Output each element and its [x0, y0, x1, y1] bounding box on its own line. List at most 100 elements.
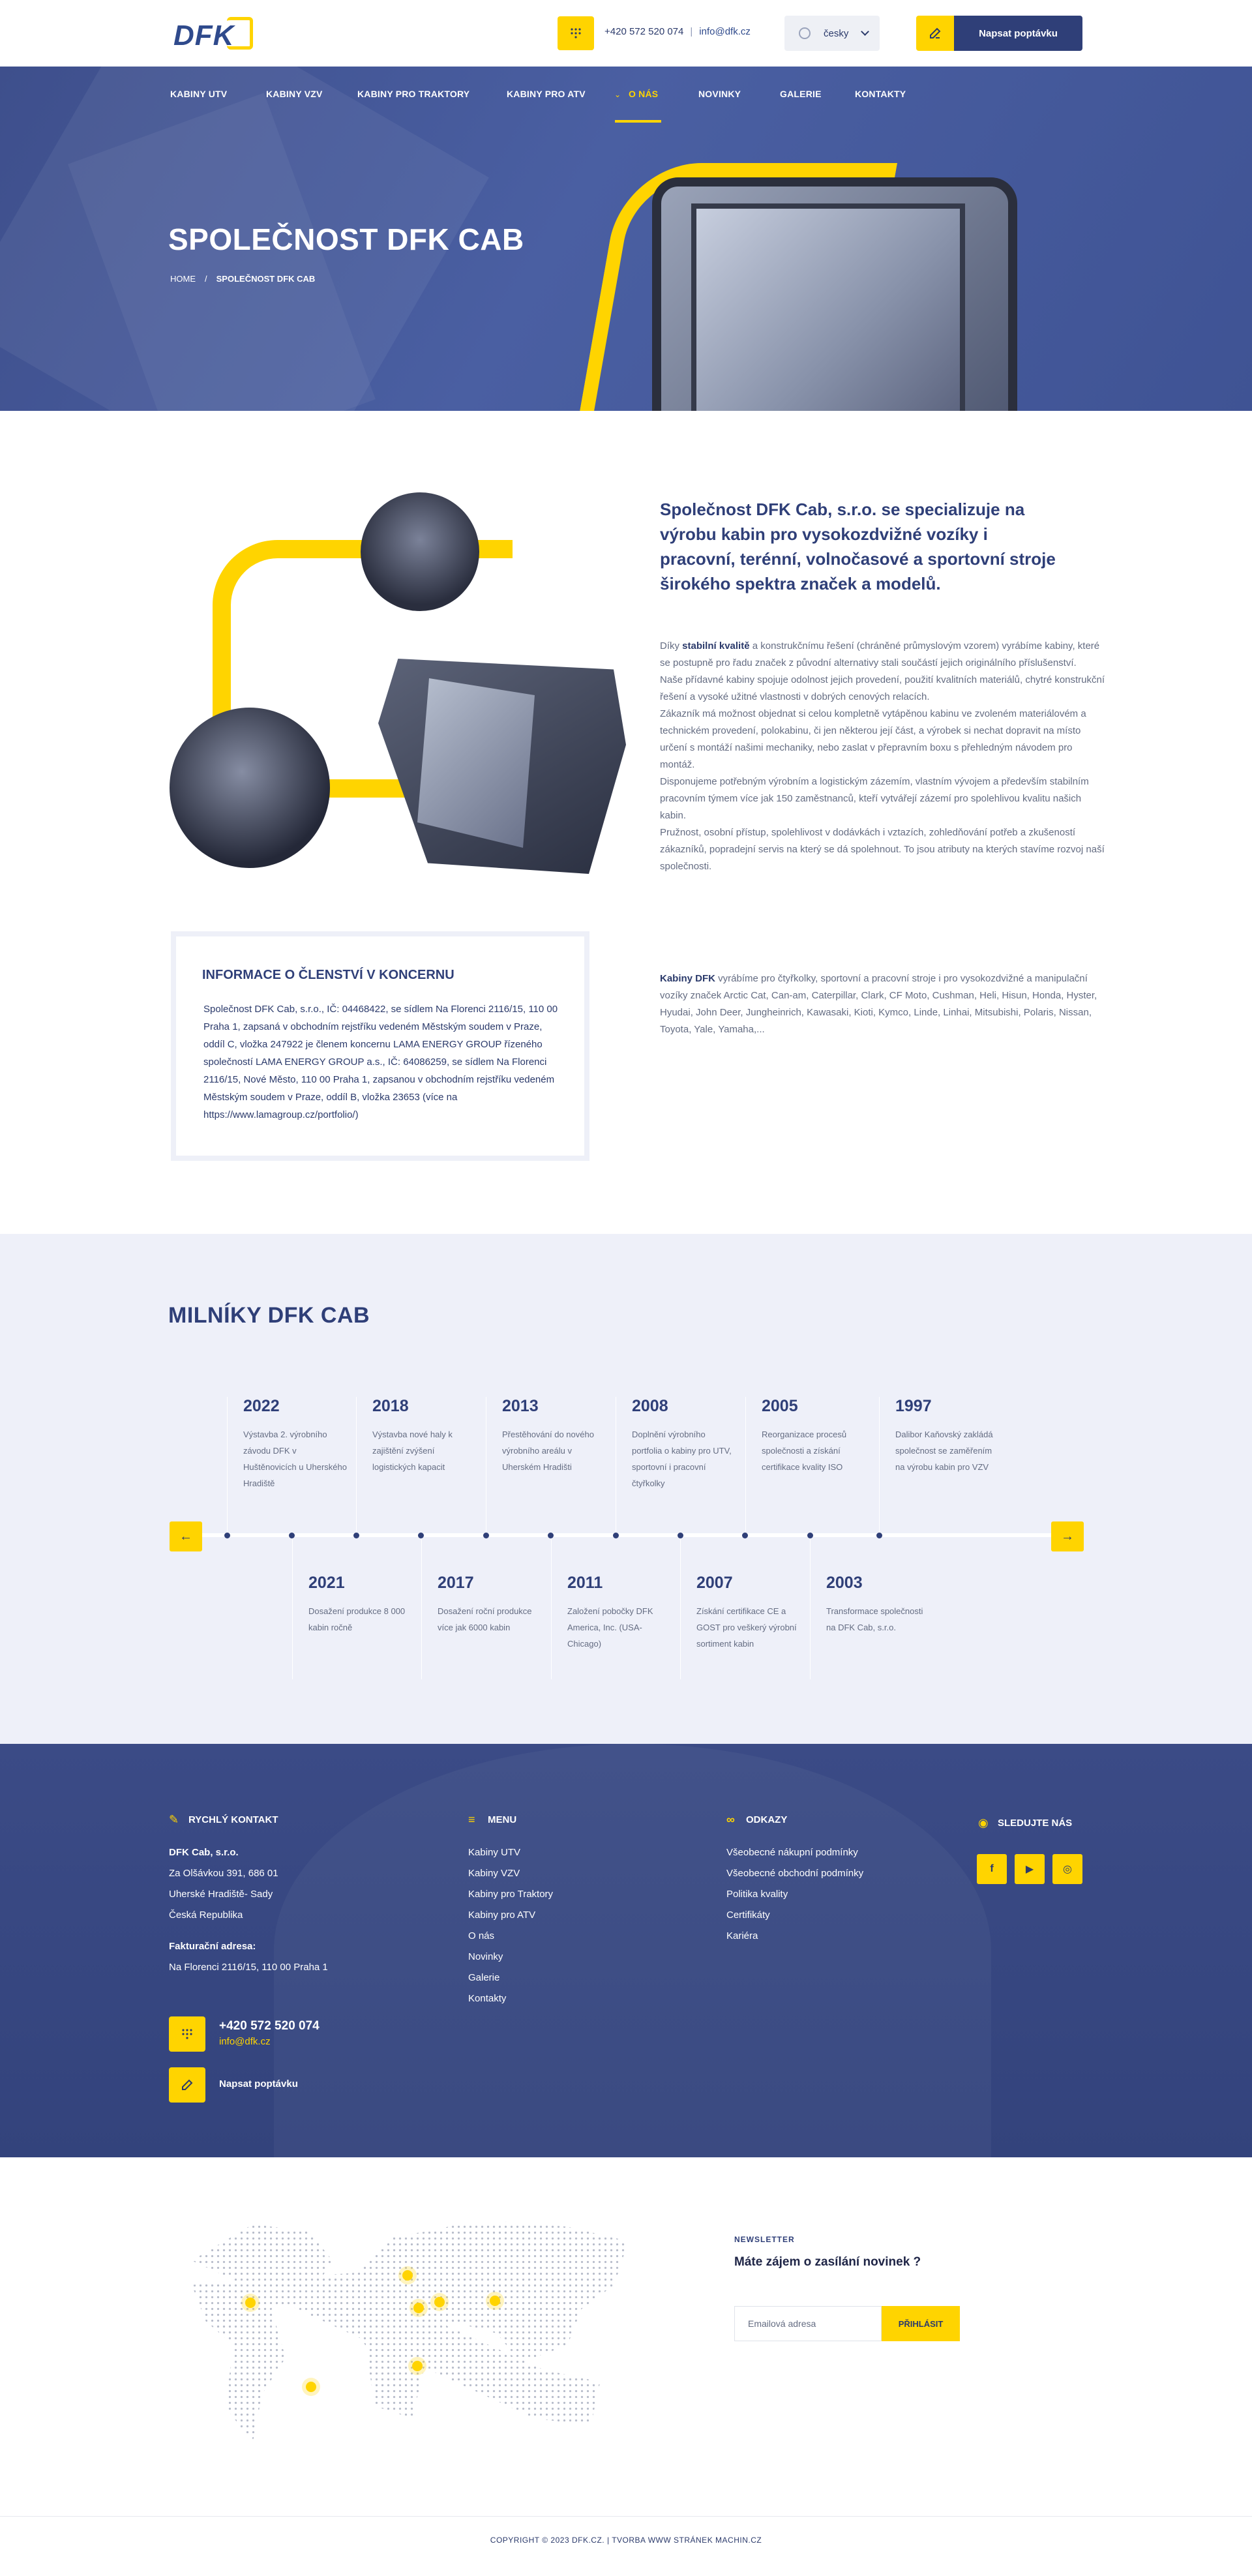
footer-links-title: ODKAZY	[746, 1814, 788, 1825]
map-pin	[412, 2361, 423, 2371]
newsletter-subscribe-button[interactable]: PŘIHLÁSIT	[882, 2306, 960, 2341]
timeline-dot	[613, 1533, 619, 1538]
footer-menu-link[interactable]: O nás	[468, 1926, 553, 1947]
newsletter-label: NEWSLETTER	[734, 2235, 795, 2244]
nav-item-kontakty[interactable]: KONTAKTY	[855, 89, 906, 99]
milestones-section: MILNÍKY DFK CAB ← → 2022 Výstavba 2. výro…	[0, 1234, 1252, 1744]
footer-phone-icon[interactable]	[169, 2016, 205, 2052]
header-phone[interactable]: +420 572 520 074	[604, 26, 683, 37]
footer-link[interactable]: Všeobecné nákupní podmínky	[726, 1842, 863, 1863]
footer-request-link[interactable]: Napsat poptávku	[219, 2078, 298, 2089]
timeline-dot	[289, 1533, 295, 1538]
globe-icon	[799, 27, 811, 39]
youtube-icon[interactable]: ▶	[1015, 1854, 1045, 1884]
footer-menu-link[interactable]: Galerie	[468, 1968, 553, 1988]
footer-links-list: Všeobecné nákupní podmínky Všeobecné obc…	[726, 1842, 863, 1947]
footer-menu-link[interactable]: Kabiny VZV	[468, 1863, 553, 1884]
footer-contact-head: ✎ RYCHLÝ KONTAKT	[169, 1814, 328, 1825]
footer-menu-link[interactable]: Kabiny pro Traktory	[468, 1884, 553, 1905]
breadcrumb: HOME / SPOLEČNOST DFK CAB	[170, 274, 315, 284]
milestone-text: Výstavba nové haly k zajištění zvýšení l…	[372, 1430, 453, 1472]
nav-item-kabiny-vzv[interactable]: KABINY VZV	[266, 89, 323, 99]
language-select[interactable]: česky	[784, 16, 880, 51]
footer-phone[interactable]: +420 572 520 074	[219, 2019, 320, 2033]
footer-address-line: Za Olšávkou 391, 686 01	[169, 1868, 278, 1879]
about-p1-prefix: Díky	[660, 640, 683, 651]
instagram-icon[interactable]: ◎	[1052, 1854, 1082, 1884]
header-email[interactable]: info@dfk.cz	[699, 26, 751, 37]
main-nav: KABINY UTV KABINY VZV KABINY PRO TRAKTOR…	[0, 67, 1252, 124]
milestone-text: Transformace společnosti na DFK Cab, s.r…	[826, 1606, 923, 1632]
timeline-next-button[interactable]: →	[1051, 1521, 1084, 1551]
footer-menu-link[interactable]: Kabiny pro ATV	[468, 1905, 553, 1926]
footer-follow-title: SLEDUJTE NÁS	[998, 1817, 1073, 1829]
nav-item-novinky[interactable]: NOVINKY	[698, 89, 741, 99]
milestone-year: 2018	[372, 1397, 409, 1415]
facebook-icon[interactable]: f	[977, 1854, 1007, 1884]
footer-email[interactable]: info@dfk.cz	[219, 2036, 271, 2047]
about-p2: Naše přídavné kabiny spojuje odolnost je…	[660, 674, 1105, 702]
footer-menu-link[interactable]: Kontakty	[468, 1988, 553, 2009]
milestone-text: Získání certifikace CE a GOST pro vešker…	[696, 1606, 797, 1649]
timeline-prev-button[interactable]: ←	[170, 1521, 202, 1551]
footer-request-icon[interactable]	[169, 2067, 205, 2103]
nav-item-kabiny-atv[interactable]: KABINY PRO ATV	[507, 89, 586, 99]
milestone-text: Dosažení produkce 8 000 kabin ročně	[308, 1606, 406, 1632]
milestone-year: 2011	[567, 1574, 603, 1592]
phone-icon-button[interactable]	[558, 16, 594, 50]
hero: KABINY UTV KABINY VZV KABINY PRO TRAKTOR…	[0, 67, 1252, 411]
footer-follow-head: ◉ SLEDUJTE NÁS	[978, 1817, 1072, 1829]
milestone-text: Doplnění výrobního portfolia o kabiny pr…	[632, 1430, 732, 1488]
timeline-dot	[678, 1533, 683, 1538]
timeline-dot	[742, 1533, 748, 1538]
footer-menu: ≡ MENU Kabiny UTV Kabiny VZV Kabiny pro T…	[468, 1814, 553, 2009]
about-p4: Disponujeme potřebným výrobním a logisti…	[660, 776, 1089, 821]
milestone-text: Přestěhování do nového výrobního areálu …	[502, 1430, 594, 1472]
milestone-item: 2013 Přestěhování do nového výrobního are…	[486, 1397, 616, 1534]
nav-item-kabiny-utv[interactable]: KABINY UTV	[170, 89, 227, 99]
eye-icon: ◉	[978, 1816, 989, 1829]
milestone-item: 2022 Výstavba 2. výrobního závodu DFK v H…	[227, 1397, 357, 1534]
chevron-down-icon	[861, 27, 869, 36]
footer-link[interactable]: Všeobecné obchodní podmínky	[726, 1863, 863, 1884]
logo[interactable]: DFK	[171, 16, 256, 52]
about-brands-bold: Kabiny DFK	[660, 973, 716, 984]
timeline-dot	[483, 1533, 489, 1538]
nav-item-o-nas[interactable]: O NÁS	[629, 89, 658, 99]
divider	[0, 2516, 1252, 2517]
map-pin	[245, 2298, 256, 2308]
milestone-year: 2021	[308, 1574, 345, 1592]
milestone-text: Dalibor Kaňovský zakládá společnost se z…	[895, 1430, 993, 1472]
request-button[interactable]: Napsat poptávku	[954, 16, 1082, 51]
footer-link[interactable]: Certifikáty	[726, 1905, 863, 1926]
milestone-year: 2003	[826, 1574, 863, 1592]
milestone-year: 2005	[762, 1397, 798, 1415]
newsletter-email-input[interactable]: Emailová adresa	[734, 2306, 882, 2341]
footer-billing-label: Fakturační adresa:	[169, 1941, 256, 1952]
footer-link[interactable]: Politika kvality	[726, 1884, 863, 1905]
keypad-icon	[571, 28, 581, 38]
breadcrumb-home[interactable]: HOME	[170, 274, 196, 284]
footer-follow: ◉ SLEDUJTE NÁS	[978, 1817, 1072, 1829]
nav-item-kabiny-traktory[interactable]: KABINY PRO TRAKTORY	[357, 89, 470, 99]
membership-info-title: INFORMACE O ČLENSTVÍ V KONCERNU	[202, 968, 455, 982]
map-pin	[413, 2303, 424, 2313]
milestone-item: 2017 Dosažení roční produkce více jak 600…	[421, 1537, 552, 1679]
page-title: SPOLEČNOST DFK CAB	[168, 222, 524, 256]
nav-item-galerie[interactable]: GALERIE	[780, 89, 822, 99]
footer-menu-links: Kabiny UTV Kabiny VZV Kabiny pro Traktor…	[468, 1842, 553, 2009]
language-label: česky	[824, 27, 849, 39]
milestone-item: 2021 Dosažení produkce 8 000 kabin ročně	[292, 1537, 423, 1679]
footer-menu-link[interactable]: Kabiny UTV	[468, 1842, 553, 1863]
footer-menu-link[interactable]: Novinky	[468, 1947, 553, 1968]
milestone-item: 2008 Doplnění výrobního portfolia o kabin…	[616, 1397, 746, 1534]
footer-link[interactable]: Kariéra	[726, 1926, 863, 1947]
link-icon: ∞	[726, 1813, 735, 1826]
footer-company: DFK Cab, s.r.o.	[169, 1847, 239, 1858]
map-pin	[306, 2382, 316, 2392]
keypad-icon	[182, 2029, 192, 2039]
footer-contact-title: RYCHLÝ KONTAKT	[188, 1814, 278, 1825]
milestone-item: 2011 Založení pobočky DFK America, Inc. (…	[551, 1537, 681, 1679]
map-pin	[490, 2296, 500, 2306]
request-icon-button[interactable]	[916, 16, 954, 51]
